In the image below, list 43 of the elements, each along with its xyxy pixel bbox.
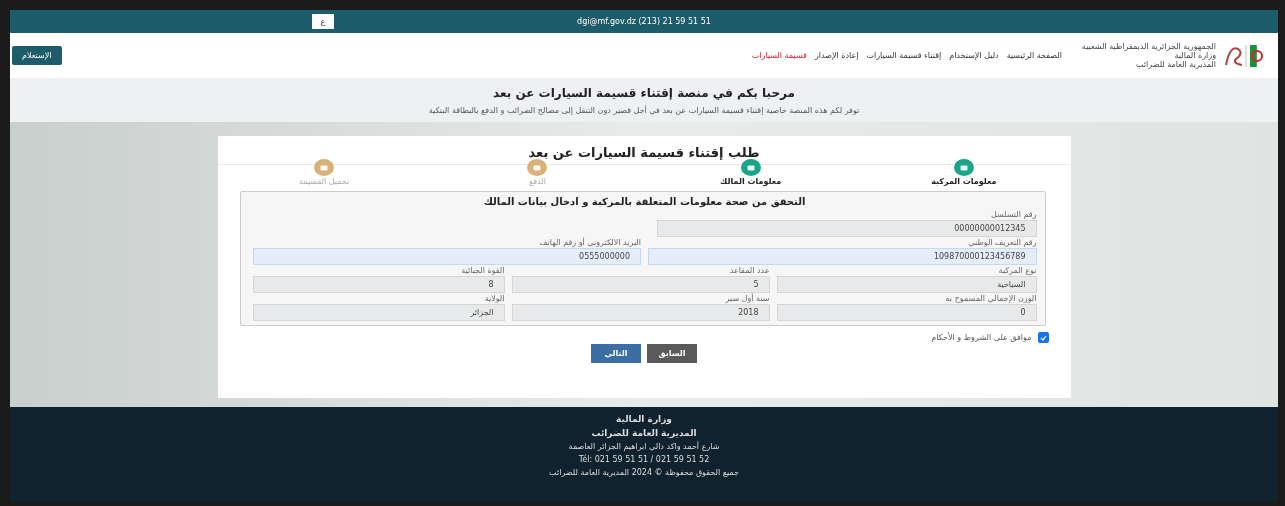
welcome-title: مرحبا بكم في منصة إقتناء قسيمة السيارات عن بعد	[493, 85, 795, 100]
input-field[interactable]: 2018	[511, 304, 770, 321]
field-label: نوع المركبة	[997, 266, 1037, 275]
nav-link[interactable]: الصفحة الرئيسية	[1006, 51, 1062, 60]
field-label: القوة الجبائية	[460, 266, 505, 275]
input-field[interactable]: 0555000000	[252, 248, 641, 265]
footer-text: وزارة المالية	[616, 414, 672, 424]
inquiry-button[interactable]: الإستعلام	[12, 46, 62, 65]
footer-text: جميع الحقوق محفوظة © 2024 المديرية العامة للضرائب	[549, 468, 739, 477]
language-button[interactable]: ع	[312, 14, 334, 29]
field-label: الوزن الإجمالي المسموح به	[944, 294, 1037, 303]
nav-link[interactable]: قسيمة السيارات	[751, 51, 807, 60]
field-label: البريد الالكتروني أو رقم الهاتف	[538, 238, 641, 247]
input-field[interactable]: 5	[511, 276, 770, 293]
footer-text: المديرية العامة للضرائب	[591, 428, 697, 438]
input-field[interactable]: الجزائر	[252, 304, 505, 321]
nav-link[interactable]: إقتناء قسيمة السيارات	[866, 51, 942, 60]
ministry-name: الجمهورية الجزائرية الديمقراطية الشعبية وزارة المالية المديرية العامة للضرائب	[1081, 41, 1216, 70]
section-title: التحقق من صحة معلومات المتعلقة بالمركبة و ادخال بيانات المالك	[482, 196, 807, 207]
footer-text: شارع أحمد واكد دالي ابراهيم الجزائر العاصمة	[568, 442, 720, 451]
welcome-subtitle: توفر لكم هذه المنصة خاصية إقتناء قسيمة السيارات عن بعد في أجل قصير دون التنقل إلى مصالح الضرائب و الدفع بالبطاقة البنكية	[428, 105, 860, 115]
nav-link[interactable]: إعادة الإصدار	[814, 51, 859, 60]
step-label: معلومات المركبة	[931, 177, 997, 186]
field-label: الولاية	[483, 294, 505, 303]
previous-button[interactable]: السابق	[647, 344, 697, 363]
input-field[interactable]: 8	[252, 276, 505, 293]
input-field[interactable]: 00000000012345	[656, 220, 1037, 237]
agree-label: موافق على الشروط و الأحكام	[931, 333, 1032, 342]
field-label: سنة أول سير	[724, 294, 770, 303]
footer-text: Tél: 021 59 51 51 / 021 59 51 52	[578, 455, 710, 464]
contact-info: dgi@mf.gov.dz (213) 21 59 51 51	[577, 17, 711, 26]
field-label: رقم التعريف الوطني	[967, 238, 1037, 247]
nav-link[interactable]: دليل الإستخدام	[949, 51, 999, 60]
step-label: الدفع	[528, 177, 546, 186]
input-field[interactable]: 109870000123456789	[648, 248, 1037, 265]
agree-checkbox[interactable]	[1037, 332, 1049, 343]
next-button[interactable]: التالي	[591, 344, 641, 363]
field-label: رقم التسلسل	[989, 210, 1037, 219]
step-label: معلومات المالك	[720, 177, 782, 186]
input-field[interactable]: 0	[776, 304, 1037, 321]
step-label: تحميل القسيمة	[299, 177, 350, 186]
input-field[interactable]: السياحية	[776, 276, 1037, 293]
field-label: عدد المقاعد	[728, 266, 770, 275]
